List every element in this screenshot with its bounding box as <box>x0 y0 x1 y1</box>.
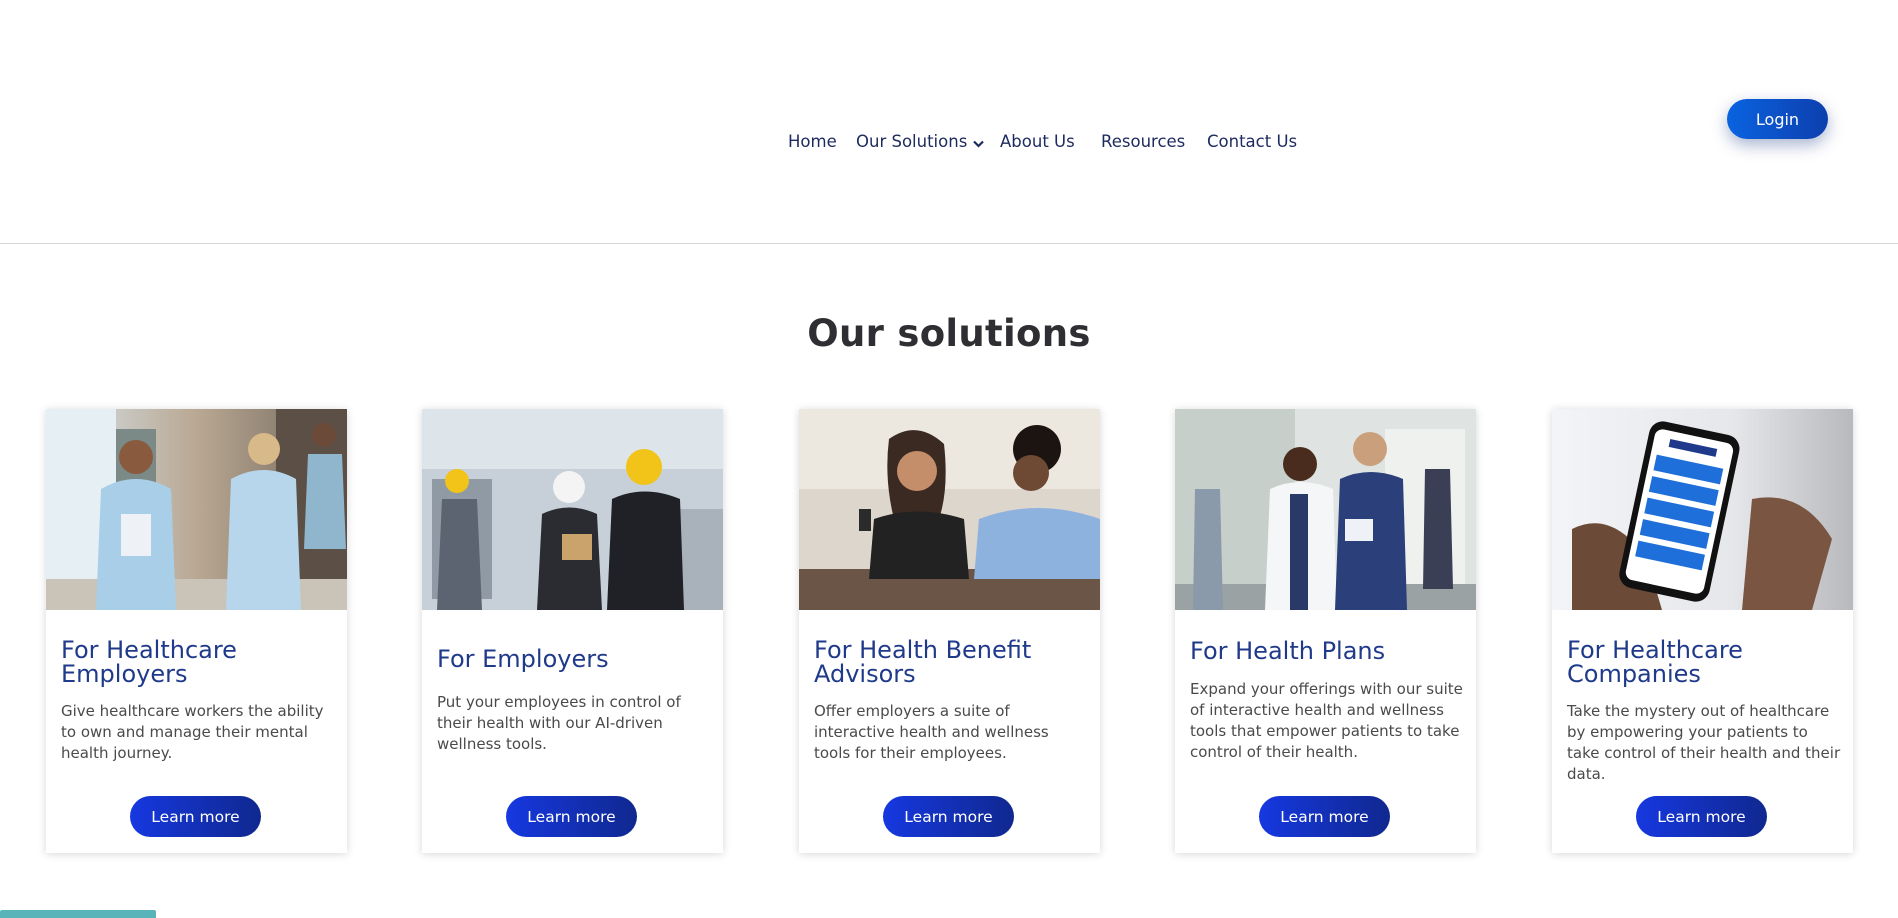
solution-card-employers: For Employers Put your employees in cont… <box>422 409 723 853</box>
card-description: Put your employees in control of their h… <box>437 693 681 753</box>
nav-home[interactable]: Home <box>788 132 837 151</box>
card-title: For Employers <box>437 645 609 673</box>
chevron-down-icon <box>973 133 985 152</box>
solution-card-health-benefit-advisors: For Health Benefit Advisors Offer employ… <box>799 409 1100 853</box>
card-description: Offer employers a suite of interactive h… <box>814 702 1049 762</box>
learn-more-button[interactable]: Learn more <box>1259 796 1390 837</box>
solution-card-healthcare-employers: For Healthcare Employers Give healthcare… <box>46 409 347 853</box>
site-header: Home Our Solutions About Us Resources Co… <box>0 0 1898 244</box>
nav-our-solutions-label: Our Solutions <box>856 132 968 151</box>
solution-card-health-plans: For Health Plans Expand your offerings w… <box>1175 409 1476 853</box>
nav-contact-us[interactable]: Contact Us <box>1207 132 1297 151</box>
card-title: For Health Benefit Advisors <box>814 636 1032 688</box>
doctors-hallway-photo <box>1175 409 1476 610</box>
card-description: Take the mystery out of healthcare by em… <box>1567 702 1841 783</box>
card-description: Give healthcare workers the ability to o… <box>61 702 324 762</box>
learn-more-button[interactable]: Learn more <box>1636 796 1767 837</box>
learn-more-button[interactable]: Learn more <box>883 796 1014 837</box>
main-nav: Home Our Solutions About Us Resources Co… <box>0 132 1898 156</box>
factory-workers-hardhats-photo <box>422 409 723 610</box>
learn-more-button[interactable]: Learn more <box>130 796 261 837</box>
card-description: Expand your offerings with our suite of … <box>1190 680 1463 761</box>
card-title: For Health Plans <box>1190 637 1386 665</box>
learn-more-button[interactable]: Learn more <box>506 796 637 837</box>
card-title: For Healthcare Employers <box>61 636 237 688</box>
nurses-walking-photo <box>46 409 347 610</box>
solution-card-healthcare-companies: For Healthcare Companies Take the myster… <box>1552 409 1853 853</box>
section-title: Our solutions <box>807 312 1091 355</box>
phone-app-in-hands-photo <box>1552 409 1853 610</box>
login-button[interactable]: Login <box>1727 99 1828 139</box>
nav-resources[interactable]: Resources <box>1101 132 1185 151</box>
nav-our-solutions[interactable]: Our Solutions <box>856 132 985 152</box>
nav-about-us[interactable]: About Us <box>1000 132 1075 151</box>
card-title: For Healthcare Companies <box>1567 636 1743 688</box>
advisor-meeting-phone-photo <box>799 409 1100 610</box>
